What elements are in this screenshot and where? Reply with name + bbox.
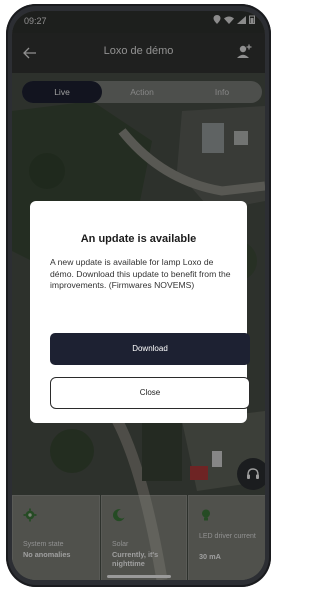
- app-screen: 09:27 Loxo de démo Live Action Info Syst…: [12, 11, 265, 580]
- gesture-nav-bar[interactable]: [107, 575, 171, 578]
- update-dialog: An update is available A new update is a…: [30, 201, 250, 423]
- download-button[interactable]: Download: [50, 333, 250, 365]
- phone-frame: 09:27 Loxo de démo Live Action Info Syst…: [6, 4, 271, 587]
- close-button[interactable]: Close: [50, 377, 250, 409]
- dialog-title: An update is available: [80, 233, 197, 245]
- dialog-message: A new update is available for lamp Loxo …: [50, 257, 231, 290]
